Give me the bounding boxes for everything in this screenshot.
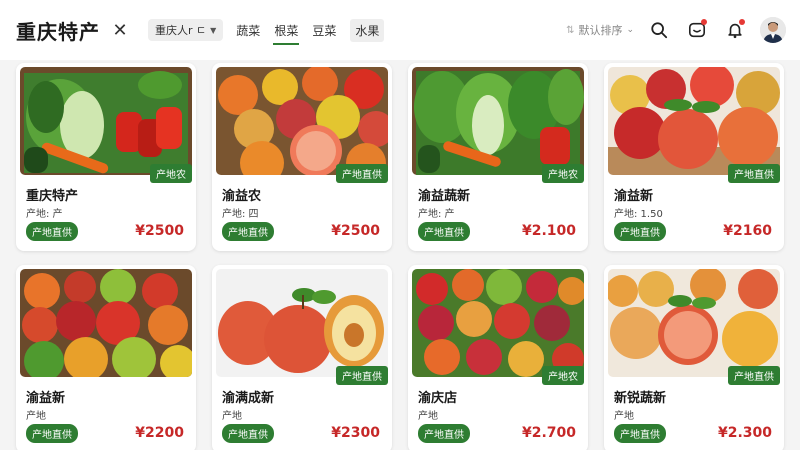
product-origin: 产地 (418, 411, 438, 422)
product-name: 重庆特产 (26, 189, 79, 204)
product-image (20, 269, 192, 377)
sort-select[interactable]: ⇅ 默认排序 ⌄ (566, 22, 634, 38)
product-card[interactable]: 产地农 重庆特产 产地: 产 产地直供 ¥2500 (16, 63, 196, 251)
product-card[interactable]: 产地直供 渝益农 产地: 四 产地直供 ¥2500 (212, 63, 392, 251)
image-badge: 产地直供 (728, 366, 780, 385)
product-price: ¥2500 (331, 223, 380, 239)
image-badge: 产地农 (150, 164, 192, 183)
product-price: ¥2200 (135, 425, 184, 441)
product-origin: 产地 (26, 411, 46, 422)
top-bar: 重庆特产 ✕ 重庆人r ㄷ ▼ 蔬菜 根菜 豆菜 水果 ⇅ 默认排序 ⌄ (0, 0, 800, 60)
tab-label: 豆菜 (312, 23, 337, 38)
product-image (412, 269, 584, 377)
product-image (216, 269, 388, 377)
product-name: 新锐蔬新 (614, 391, 667, 406)
image-badge: 产地农 (542, 164, 584, 183)
origin-badge: 产地直供 (26, 424, 78, 443)
close-icon[interactable]: ✕ (110, 20, 130, 41)
tab-root-vegetables[interactable]: 根菜 (273, 0, 300, 60)
notification-dot (739, 19, 745, 25)
product-image (412, 67, 584, 175)
product-image (216, 67, 388, 175)
product-card[interactable]: 产地直供 新锐蔬新 产地 产地直供 ¥2.300 (604, 265, 784, 450)
origin-badge: 产地直供 (614, 424, 666, 443)
product-image (608, 67, 780, 175)
origin-badge: 产地直供 (614, 222, 666, 241)
product-card[interactable]: 产地直供 渝益新 产地: 1.50 产地直供 ¥2160 (604, 63, 784, 251)
avatar[interactable] (760, 17, 786, 43)
search-icon (651, 22, 668, 39)
tab-label: 根菜 (274, 23, 299, 38)
product-origin: 产地: 四 (222, 209, 259, 220)
image-badge: 产地农 (542, 366, 584, 385)
product-name: 渝庆店 (418, 391, 458, 406)
city-select-value: 重庆人r ㄷ (155, 24, 207, 37)
product-grid: 产地农 重庆特产 产地: 产 产地直供 ¥2500 产地直供 渝益农 产地: 四… (16, 63, 784, 450)
tab-label: 水果 (350, 18, 385, 42)
chevron-down-icon: ▼ (210, 25, 217, 35)
product-name: 渝满成新 (222, 391, 275, 406)
product-card[interactable]: 产地直供 渝满成新 产地 产地直供 ¥2300 (212, 265, 392, 450)
image-badge: 产地直供 (336, 164, 388, 183)
product-name: 渝益蔬新 (418, 189, 471, 204)
user-avatar-icon (760, 17, 786, 43)
product-card[interactable]: 渝益新 产地 产地直供 ¥2200 (16, 265, 196, 450)
product-price: ¥2.100 (521, 223, 576, 239)
tab-label: 蔬菜 (236, 23, 261, 38)
product-card[interactable]: 产地农 渝庆店 产地 产地直供 ¥2.700 (408, 265, 588, 450)
notification-button[interactable] (722, 17, 748, 43)
origin-badge: 产地直供 (26, 222, 78, 241)
tab-fruit[interactable]: 水果 (349, 0, 385, 60)
sort-select-icon: ⇅ (566, 24, 575, 36)
product-origin: 产地 (614, 411, 634, 422)
product-name: 渝益新 (614, 189, 654, 204)
product-origin: 产地 (222, 411, 242, 422)
sort-select-value: 默认排序 (578, 24, 623, 37)
product-card[interactable]: 产地农 渝益蔬新 产地: 产 产地直供 ¥2.100 (408, 63, 588, 251)
product-origin: 产地: 产 (26, 209, 63, 220)
tab-vegetables[interactable]: 蔬菜 (235, 0, 261, 60)
product-price: ¥2.300 (717, 425, 772, 441)
search-button[interactable] (646, 17, 672, 43)
product-name: 渝益新 (26, 391, 66, 406)
image-badge: 产地直供 (728, 164, 780, 183)
category-tabs: 蔬菜 根菜 豆菜 水果 (235, 0, 385, 60)
product-price: ¥2160 (723, 223, 772, 239)
message-button[interactable] (684, 17, 710, 43)
product-name: 渝益农 (222, 189, 262, 204)
product-price: ¥2300 (331, 425, 380, 441)
notification-dot (701, 19, 707, 25)
chevron-down-icon: ⌄ (626, 25, 634, 35)
city-select[interactable]: 重庆人r ㄷ ▼ (148, 19, 224, 41)
tab-beans[interactable]: 豆菜 (311, 0, 337, 60)
origin-badge: 产地直供 (222, 222, 274, 241)
origin-badge: 产地直供 (222, 424, 274, 443)
product-image (20, 67, 192, 175)
origin-badge: 产地直供 (418, 424, 470, 443)
product-price: ¥2500 (135, 223, 184, 239)
origin-badge: 产地直供 (418, 222, 470, 241)
product-price: ¥2.700 (521, 425, 576, 441)
product-image (608, 269, 780, 377)
product-origin: 产地: 产 (418, 209, 455, 220)
image-badge: 产地直供 (336, 366, 388, 385)
product-origin: 产地: 1.50 (614, 209, 663, 220)
page-title: 重庆特产 (16, 19, 100, 44)
